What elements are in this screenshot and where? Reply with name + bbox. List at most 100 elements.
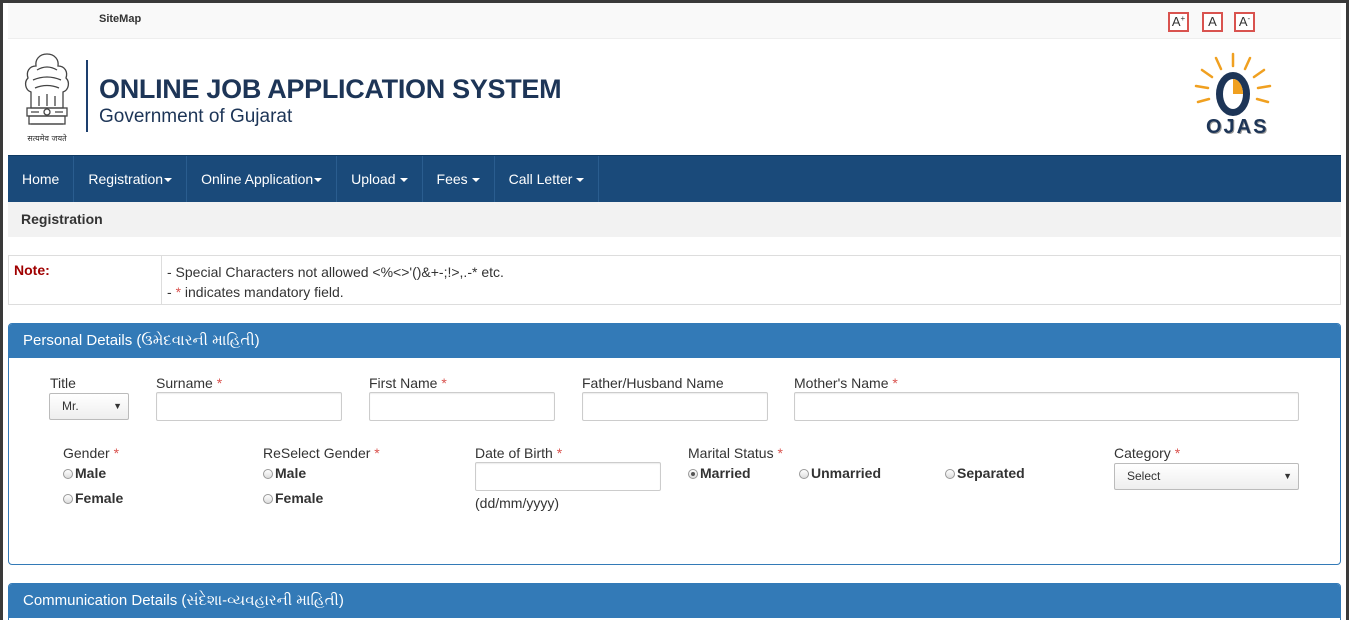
nav-online-application[interactable]: Online Application [187,156,338,203]
required-star: * [892,375,898,391]
gender-label: Gender * [63,445,119,461]
font-decrease-label: A [1238,14,1248,29]
national-emblem-logo: सत्यमेव जयते [24,53,70,143]
nav-call-letter[interactable]: Call Letter [495,156,600,203]
marital-unmarried-radio[interactable]: Unmarried [799,465,881,481]
reselect-gender-male-radio[interactable]: Male [263,465,306,481]
font-decrease-button[interactable]: A- [1234,12,1255,32]
father-husband-name-label: Father/Husband Name [582,375,724,391]
communication-details-panel: Communication Details (સંદેશા-વ્યવહારની … [8,583,1341,620]
main-nav: Home Registration Online Application Upl… [8,155,1341,203]
father-husband-name-input[interactable] [582,392,768,421]
font-increase-label: A [1171,14,1181,29]
required-star: * [441,375,447,391]
required-star: * [374,445,380,461]
radio-circle-icon [799,469,809,479]
separated-label: Separated [957,465,1025,481]
gender-label-text: Gender [63,445,110,461]
font-normal-button[interactable]: A [1202,12,1223,32]
nav-home[interactable]: Home [8,156,75,203]
nav-upload-label: Upload [351,171,396,187]
date-of-birth-label: Date of Birth * [475,445,562,461]
required-star: * [113,445,120,461]
surname-label: Surname * [156,375,222,391]
caret-down-icon [576,178,585,183]
select-arrow-icon: ▼ [1283,471,1292,481]
required-star: * [556,445,563,461]
first-name-label: First Name * [369,375,447,391]
category-label: Category * [1114,445,1180,461]
note-mandatory-text: indicates mandatory field. [181,284,344,300]
category-select[interactable]: Select ▼ [1114,463,1299,490]
nav-registration[interactable]: Registration [74,156,188,203]
married-label: Married [700,465,751,481]
nav-registration-label: Registration [88,171,164,187]
system-subtitle: Government of Gujarat [99,106,293,127]
nav-fees-label: Fees [436,171,468,187]
date-of-birth-input[interactable] [475,462,661,491]
category-select-value: Select [1127,469,1161,483]
surname-label-text: Surname [156,375,213,391]
page-title: Registration [8,202,1341,237]
title-select[interactable]: Mr. ▼ [49,393,129,420]
reselect-gender-label-text: ReSelect Gender [263,445,371,461]
marital-status-label-text: Marital Status [688,445,774,461]
note-box: Note: - Special Characters not allowed <… [8,255,1341,305]
top-strip: SiteMap A+ A A- [8,3,1341,39]
first-name-label-text: First Name [369,375,438,391]
radio-circle-icon [63,469,73,479]
font-normal-label: A [1208,14,1217,29]
reselect-female-label: Female [275,490,324,506]
gender-male-radio[interactable]: Male [63,465,106,481]
caret-down-icon [399,178,408,183]
personal-details-panel: Personal Details (ઉમેદવારની માહિતી) Titl… [8,323,1341,565]
caret-down-icon [471,178,480,183]
gender-female-radio[interactable]: Female [63,490,123,506]
header-divider [86,60,88,132]
reselect-gender-label: ReSelect Gender * [263,445,380,461]
note-dash: - [167,284,176,300]
radio-selected-icon [688,469,698,479]
radio-circle-icon [263,469,273,479]
required-star: * [777,445,783,461]
caret-down-icon [314,178,323,183]
note-line-special-chars: - Special Characters not allowed <%<>'()… [167,264,504,280]
note-body: - Special Characters not allowed <%<>'()… [162,256,509,304]
first-name-input[interactable] [369,392,555,421]
unmarried-label: Unmarried [811,465,882,481]
reselect-gender-female-radio[interactable]: Female [263,490,323,506]
sitemap-link[interactable]: SiteMap [99,13,141,25]
gender-female-label: Female [75,490,124,506]
nav-home-label: Home [22,171,60,187]
personal-details-heading: Personal Details (ઉમેદવારની માહિતી) [9,324,1340,358]
required-star: * [216,375,223,391]
marital-status-label: Marital Status * [688,445,783,461]
marital-married-radio[interactable]: Married [688,465,751,481]
mother-name-label: Mother's Name * [794,375,898,391]
note-line-mandatory: - * indicates mandatory field. [167,282,504,302]
font-increase-button[interactable]: A+ [1168,12,1189,32]
ojas-logo-text: OJAS [1206,116,1269,138]
nav-fees[interactable]: Fees [423,156,495,203]
select-arrow-icon: ▼ [113,401,122,411]
browser-frame: SiteMap A+ A A- सत्यमेव जयते ONLINE JOB … [3,3,1346,620]
nav-online-application-label: Online Application [201,171,314,187]
marital-separated-radio[interactable]: Separated [945,465,1025,481]
radio-circle-icon [63,494,73,504]
font-increase-plus: + [1180,14,1186,23]
mother-name-label-text: Mother's Name [794,375,889,391]
communication-details-heading: Communication Details (સંદેશા-વ્યવહારની … [9,584,1340,618]
nav-call-letter-label: Call Letter [508,171,573,187]
reselect-male-label: Male [275,465,307,481]
system-title: ONLINE JOB APPLICATION SYSTEM [99,74,562,104]
gender-male-label: Male [75,465,107,481]
radio-circle-icon [945,469,955,479]
mother-name-input[interactable] [794,392,1299,421]
emblem-motto: सत्यमेव जयते [27,133,67,143]
nav-upload[interactable]: Upload [337,156,423,203]
surname-input[interactable] [156,392,342,421]
caret-down-icon [164,178,173,183]
date-format-hint: (dd/mm/yyyy) [475,495,559,511]
category-label-text: Category [1114,445,1171,461]
font-decrease-minus: - [1247,14,1251,23]
